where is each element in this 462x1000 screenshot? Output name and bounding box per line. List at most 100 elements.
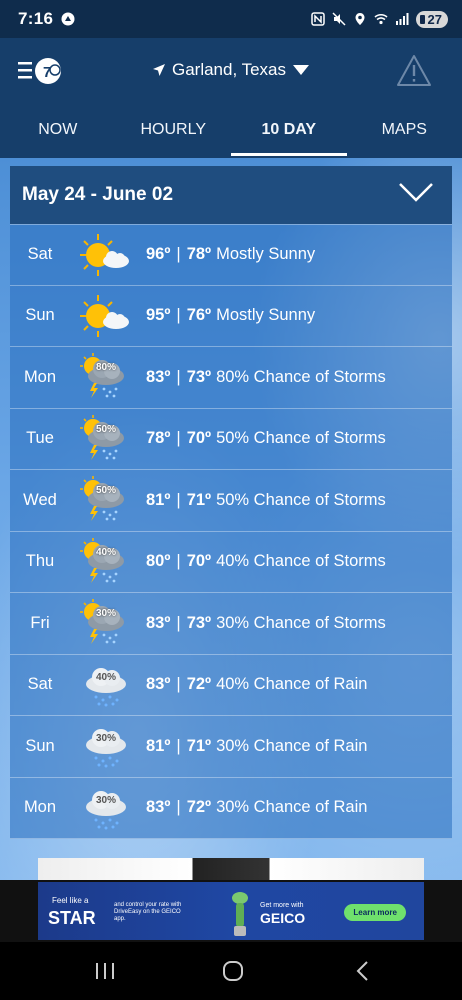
weather-icon-wrap: [76, 291, 136, 341]
weather-icon-wrap: 50%: [76, 475, 136, 525]
condition-text: 50% Chance of Storms: [216, 490, 386, 509]
day-name: Sat: [27, 245, 53, 264]
weather-icon-wrap: 50%: [76, 414, 136, 464]
sun-storm-icon: [80, 353, 124, 399]
ad-feel-text: Feel like a: [52, 896, 89, 905]
low-temp: 78º: [186, 245, 212, 264]
precip-percent: 30%: [95, 733, 116, 745]
high-temp: 95º: [146, 306, 171, 325]
location-selector[interactable]: Garland, Texas: [0, 60, 462, 80]
temp-separator: |: [176, 613, 181, 632]
ad-learn-more-button[interactable]: Learn more: [344, 904, 406, 921]
forecast-row[interactable]: Fri 30% 83º | 73º 30% Chance of Storms: [10, 593, 452, 655]
temperature-range: 81º | 71º: [146, 491, 211, 510]
weather-icon-wrap: 30%: [76, 721, 136, 771]
sun-cloud-icon: [80, 294, 129, 337]
low-temp: 70º: [186, 552, 212, 571]
precip-percent: 50%: [95, 485, 116, 497]
low-temp: 73º: [186, 367, 212, 386]
recent-apps-icon[interactable]: [90, 958, 120, 984]
high-temp: 78º: [146, 429, 171, 448]
high-temp: 83º: [146, 675, 171, 694]
day-name: Fri: [30, 613, 50, 632]
condition-text: 40% Chance of Rain: [216, 675, 368, 694]
condition-text: Mostly Sunny: [216, 245, 316, 264]
condition-text: 30% Chance of Rain: [216, 736, 368, 755]
forecast-row[interactable]: Sun 30% 81º | 71º 30% Chance of Rain: [10, 716, 452, 778]
tab-10-day[interactable]: 10 DAY: [231, 102, 347, 158]
high-temp: 96º: [146, 245, 171, 264]
sun-storm-icon: [80, 414, 124, 460]
temperature-range: 83º | 73º: [146, 614, 211, 633]
forecast-row[interactable]: Tue 50% 78º | 70º 50% Chance of Storms: [10, 408, 452, 470]
app-header: 7 Garland, Texas: [0, 38, 462, 102]
forecast-row[interactable]: Sat 40% 83º | 72º 40% Chance of Rain: [10, 654, 452, 716]
temperature-range: 83º | 73º: [146, 368, 211, 387]
day-name: Mon: [23, 367, 57, 386]
tab-maps[interactable]: MAPS: [347, 102, 462, 158]
high-temp: 80º: [146, 552, 171, 571]
back-icon[interactable]: [348, 958, 378, 984]
sun-storm-icon: [80, 476, 124, 522]
warning-icon[interactable]: [396, 54, 432, 88]
ad-star-text: STAR: [48, 907, 96, 928]
temp-separator: |: [176, 798, 181, 817]
temperature-range: 96º | 78º: [146, 245, 211, 264]
day-name: Wed: [23, 490, 57, 509]
temperature-range: 78º | 70º: [146, 429, 211, 448]
gecko-icon: [232, 892, 248, 936]
high-temp: 81º: [146, 490, 171, 509]
sun-cloud-icon: [80, 233, 129, 276]
low-temp: 70º: [186, 429, 212, 448]
temp-separator: |: [176, 367, 181, 386]
weather-icon-wrap: 40%: [76, 537, 136, 587]
sun-storm-icon: [80, 599, 124, 645]
temp-separator: |: [176, 736, 181, 755]
tab-hourly[interactable]: HOURLY: [116, 102, 232, 158]
forecast-row[interactable]: Thu 40% 80º | 70º 40% Chance of Storms: [10, 531, 452, 593]
temp-separator: |: [176, 490, 181, 509]
chevron-down-icon[interactable]: [398, 180, 434, 204]
forecast-row[interactable]: Sat 96º | 78º Mostly Sunny: [10, 224, 452, 286]
low-temp: 72º: [186, 798, 212, 817]
mute-icon: [332, 12, 346, 26]
day-name: Sat: [27, 675, 53, 694]
forecast-content: May 24 - June 02 Sat 96º | 78º Mostly Sunny S…: [0, 158, 462, 880]
signal-icon: [395, 13, 409, 25]
daily-forecast-list: Sat 96º | 78º Mostly Sunny Sun 95º | 76º Mostly S…: [10, 224, 452, 839]
day-name: Thu: [25, 552, 55, 571]
temperature-range: 80º | 70º: [146, 552, 211, 571]
day-name: Sun: [25, 306, 55, 325]
ad-brand: GEICO: [260, 910, 306, 926]
temperature-range: 83º | 72º: [146, 675, 211, 694]
ad-get-more: Get more with: [260, 902, 304, 909]
system-nav-bar: [0, 942, 462, 1000]
forecast-row[interactable]: Wed 50% 81º | 71º 50% Chance of Storms: [10, 470, 452, 532]
low-temp: 73º: [186, 613, 212, 632]
weather-icon-wrap: [76, 230, 136, 280]
sun-storm-icon: [80, 537, 124, 583]
tab-bar: NOW HOURLY 10 DAY MAPS: [0, 102, 462, 158]
ad-banner[interactable]: Feel like a STAR and control your rate w…: [38, 882, 424, 940]
condition-text: 80% Chance of Storms: [216, 367, 386, 386]
weather-icon-wrap: 80%: [76, 352, 136, 402]
rain-cloud-icon: [86, 790, 126, 830]
condition-text: 30% Chance of Rain: [216, 798, 368, 817]
low-temp: 71º: [186, 736, 212, 755]
navigation-arrow-icon: [152, 64, 165, 76]
precip-percent: 80%: [95, 362, 116, 374]
location-label: Garland, Texas: [171, 60, 287, 79]
day-name: Mon: [23, 798, 57, 817]
date-range-header[interactable]: May 24 - June 02: [10, 166, 452, 224]
forecast-row[interactable]: Sun 95º | 76º Mostly Sunny: [10, 285, 452, 347]
forecast-row[interactable]: Mon 80% 83º | 73º 80% Chance of Storms: [10, 347, 452, 409]
weather-icon-wrap: 30%: [76, 783, 136, 833]
forecast-row[interactable]: Mon 30% 83º | 72º 30% Chance of Rain: [10, 777, 452, 839]
status-time: 7:16: [18, 9, 54, 28]
high-temp: 83º: [146, 798, 171, 817]
tab-now[interactable]: NOW: [0, 102, 116, 158]
home-icon[interactable]: [218, 958, 248, 984]
precip-percent: 30%: [95, 608, 116, 620]
battery-indicator: 27: [415, 10, 448, 28]
temperature-range: 81º | 71º: [146, 737, 211, 756]
